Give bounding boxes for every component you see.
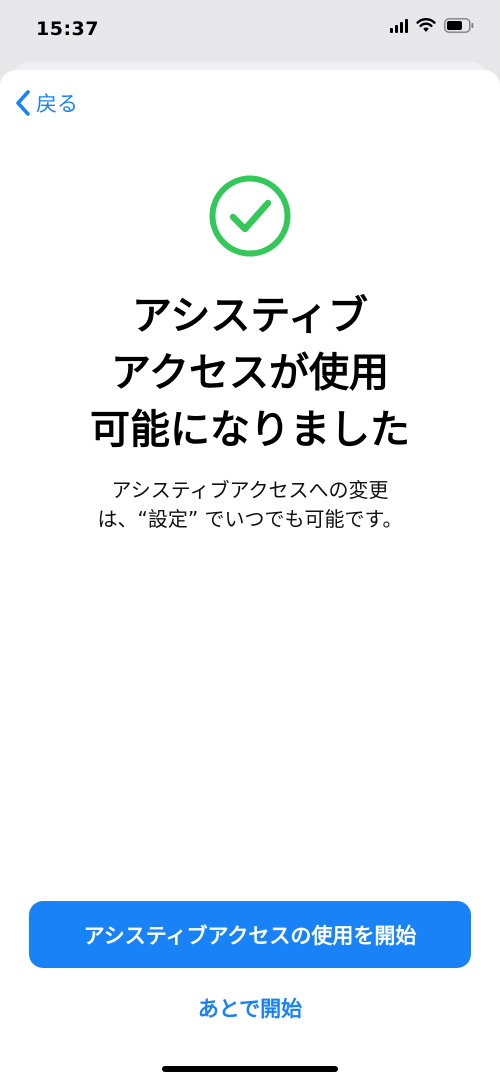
status-time: 15:37 xyxy=(36,18,99,40)
screen: 15:37 戻る アシスティブ アクセスが使用 可能になりました アシスティブア… xyxy=(0,0,500,1082)
status-icons xyxy=(390,18,474,33)
page-title: アシスティブ アクセスが使用 可能になりました xyxy=(0,288,500,459)
title-line: アクセスが使用 xyxy=(111,350,389,396)
signal-icon xyxy=(390,18,408,33)
start-assistive-access-button[interactable]: アシスティブアクセスの使用を開始 xyxy=(29,901,471,968)
description-line: は、“設定” でいつでも可能です。 xyxy=(97,507,403,531)
description-text: アシスティブアクセスへの変更 は、“設定” でいつでも可能です。 xyxy=(0,476,500,534)
description-line: アシスティブアクセスへの変更 xyxy=(111,478,389,502)
status-bar: 15:37 xyxy=(0,0,500,60)
battery-icon xyxy=(444,18,474,33)
checkmark-circle-icon xyxy=(209,175,291,257)
back-label: 戻る xyxy=(36,92,78,116)
chevron-left-icon xyxy=(16,90,30,116)
start-later-button[interactable]: あとで開始 xyxy=(150,988,350,1028)
home-indicator[interactable] xyxy=(162,1066,338,1072)
title-line: アシスティブ xyxy=(132,293,368,339)
title-line: 可能になりました xyxy=(90,407,410,453)
back-button[interactable]: 戻る xyxy=(14,86,78,120)
wifi-icon xyxy=(416,18,436,32)
